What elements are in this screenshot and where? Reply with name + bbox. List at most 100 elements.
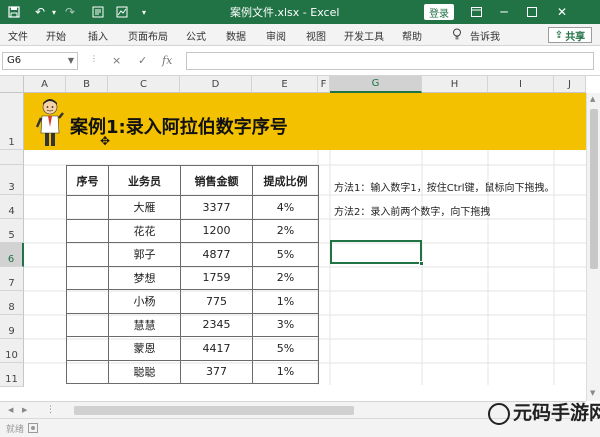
table-cell[interactable]: 大雁 [108,195,181,220]
table-cell[interactable]: 梦想 [108,265,181,290]
undo-dropdown-icon[interactable]: ▾ [46,4,62,20]
select-all-corner[interactable] [0,76,24,93]
close-icon[interactable]: ✕ [550,2,574,22]
header-cell-sales-amount[interactable]: 销售金额 [180,165,253,196]
enter-icon[interactable]: ✓ [138,54,147,67]
table-cell[interactable]: 377 [180,359,253,384]
save-icon[interactable] [6,4,22,20]
column-header-h[interactable]: H [422,76,488,93]
table-cell[interactable]: 775 [180,289,253,314]
table-cell[interactable] [66,312,109,337]
tab-review[interactable]: 审阅 [266,28,286,43]
table-cell[interactable] [66,242,109,267]
table-cell[interactable]: 2% [252,265,319,290]
row-header-8[interactable]: 8 [0,291,24,315]
login-button[interactable]: 登录 [424,4,454,20]
table-cell[interactable]: 1759 [180,265,253,290]
header-cell-commission-rate[interactable]: 提成比例 [252,165,319,196]
scroll-down-icon[interactable]: ▼ [590,389,595,397]
vertical-scrollbar[interactable]: ▲ ▼ [586,93,600,401]
table-cell[interactable] [66,218,109,243]
table-cell[interactable] [66,336,109,361]
tab-file[interactable]: 文件 [8,28,28,43]
row-header-10[interactable]: 10 [0,339,24,363]
more-options-icon[interactable]: ⋮ [46,405,55,415]
row-header-4[interactable]: 4 [0,195,24,219]
table-cell[interactable]: 5% [252,242,319,267]
column-header-d[interactable]: D [180,76,252,93]
tab-help[interactable]: 帮助 [402,28,422,43]
column-header-c[interactable]: C [108,76,180,93]
chevron-down-icon[interactable]: ▼ [68,56,74,65]
insert-function-icon[interactable]: fx [162,54,172,67]
vertical-scroll-thumb[interactable] [590,109,598,269]
redo-icon[interactable]: ↷ [62,4,78,20]
table-cell[interactable]: 4877 [180,242,253,267]
active-cell-g6[interactable] [330,240,424,266]
formula-input[interactable] [186,52,594,70]
name-box[interactable]: G6 ▼ [2,52,78,70]
table-cell[interactable]: 郭子 [108,242,181,267]
tab-insert[interactable]: 插入 [88,28,108,43]
table-cell[interactable]: 1% [252,359,319,384]
macro-record-icon[interactable] [28,423,38,436]
table-cell[interactable] [66,195,109,220]
row-header-9[interactable]: 9 [0,315,24,339]
column-header-a[interactable]: A [24,76,66,93]
row-header-6[interactable]: 6 [0,243,24,267]
ribbon-display-icon[interactable] [464,2,488,22]
worksheet-area[interactable]: 案例1:录入阿拉伯数字序号 ✥ 序号 业务员 销售金额 提成比例 大雁 3377 4… [24,93,586,385]
tab-data[interactable]: 数据 [226,28,246,43]
row-header-7[interactable]: 7 [0,267,24,291]
fill-handle[interactable] [419,261,424,266]
table-cell[interactable]: 5% [252,336,319,361]
table-cell[interactable]: 蒙恩 [108,336,181,361]
customize-toolbar-icon[interactable]: ▾ [136,4,152,20]
sheet-prev-icon[interactable]: ◀ [8,406,13,414]
table-cell[interactable] [66,359,109,384]
tab-view[interactable]: 视图 [306,28,326,43]
method-1-note[interactable]: 方法1：输入数字1，按住Ctrl键，鼠标向下拖拽。 [334,179,555,194]
sheet-next-icon[interactable]: ▶ [22,406,27,414]
table-cell[interactable]: 慧慧 [108,312,181,337]
tell-me-search[interactable]: 告诉我 [470,28,500,43]
horizontal-scroll-thumb[interactable] [74,406,354,415]
column-header-f[interactable]: F [318,76,330,93]
table-cell[interactable]: 3% [252,312,319,337]
row-header-3[interactable]: 3 [0,165,24,195]
table-cell[interactable] [66,265,109,290]
tab-page-layout[interactable]: 页面布局 [128,28,168,43]
minimize-icon[interactable]: ─ [492,2,516,22]
table-cell[interactable]: 聪聪 [108,359,181,384]
table-cell[interactable]: 2% [252,218,319,243]
table-cell[interactable]: 1200 [180,218,253,243]
chart-icon[interactable] [114,4,130,20]
column-header-j[interactable]: J [554,76,586,93]
table-cell[interactable]: 3377 [180,195,253,220]
tab-formulas[interactable]: 公式 [186,28,206,43]
tab-developer[interactable]: 开发工具 [344,28,384,43]
column-header-b[interactable]: B [66,76,108,93]
row-header-5[interactable]: 5 [0,219,24,243]
tab-home[interactable]: 开始 [46,28,66,43]
row-header-11[interactable]: 11 [0,363,24,387]
table-cell[interactable] [66,289,109,314]
scroll-up-icon[interactable]: ▲ [590,95,595,103]
column-header-i[interactable]: I [488,76,554,93]
table-cell[interactable]: 4% [252,195,319,220]
table-cell[interactable]: 1% [252,289,319,314]
header-cell-salesperson[interactable]: 业务员 [108,165,181,196]
cancel-icon[interactable]: × [112,54,121,67]
maximize-icon[interactable] [520,2,544,22]
row-header-1[interactable]: 1 [0,93,24,150]
method-2-note[interactable]: 方法2：录入前两个数字，向下拖拽 [334,203,490,218]
column-header-e[interactable]: E [252,76,318,93]
form-icon[interactable] [90,4,106,20]
table-cell[interactable]: 花花 [108,218,181,243]
header-cell-serial[interactable]: 序号 [66,165,109,196]
table-cell[interactable]: 2345 [180,312,253,337]
share-button[interactable]: ⇪ 共享 [548,27,592,43]
table-cell[interactable]: 小杨 [108,289,181,314]
row-header-2[interactable] [0,150,24,165]
column-header-g[interactable]: G [330,76,422,93]
